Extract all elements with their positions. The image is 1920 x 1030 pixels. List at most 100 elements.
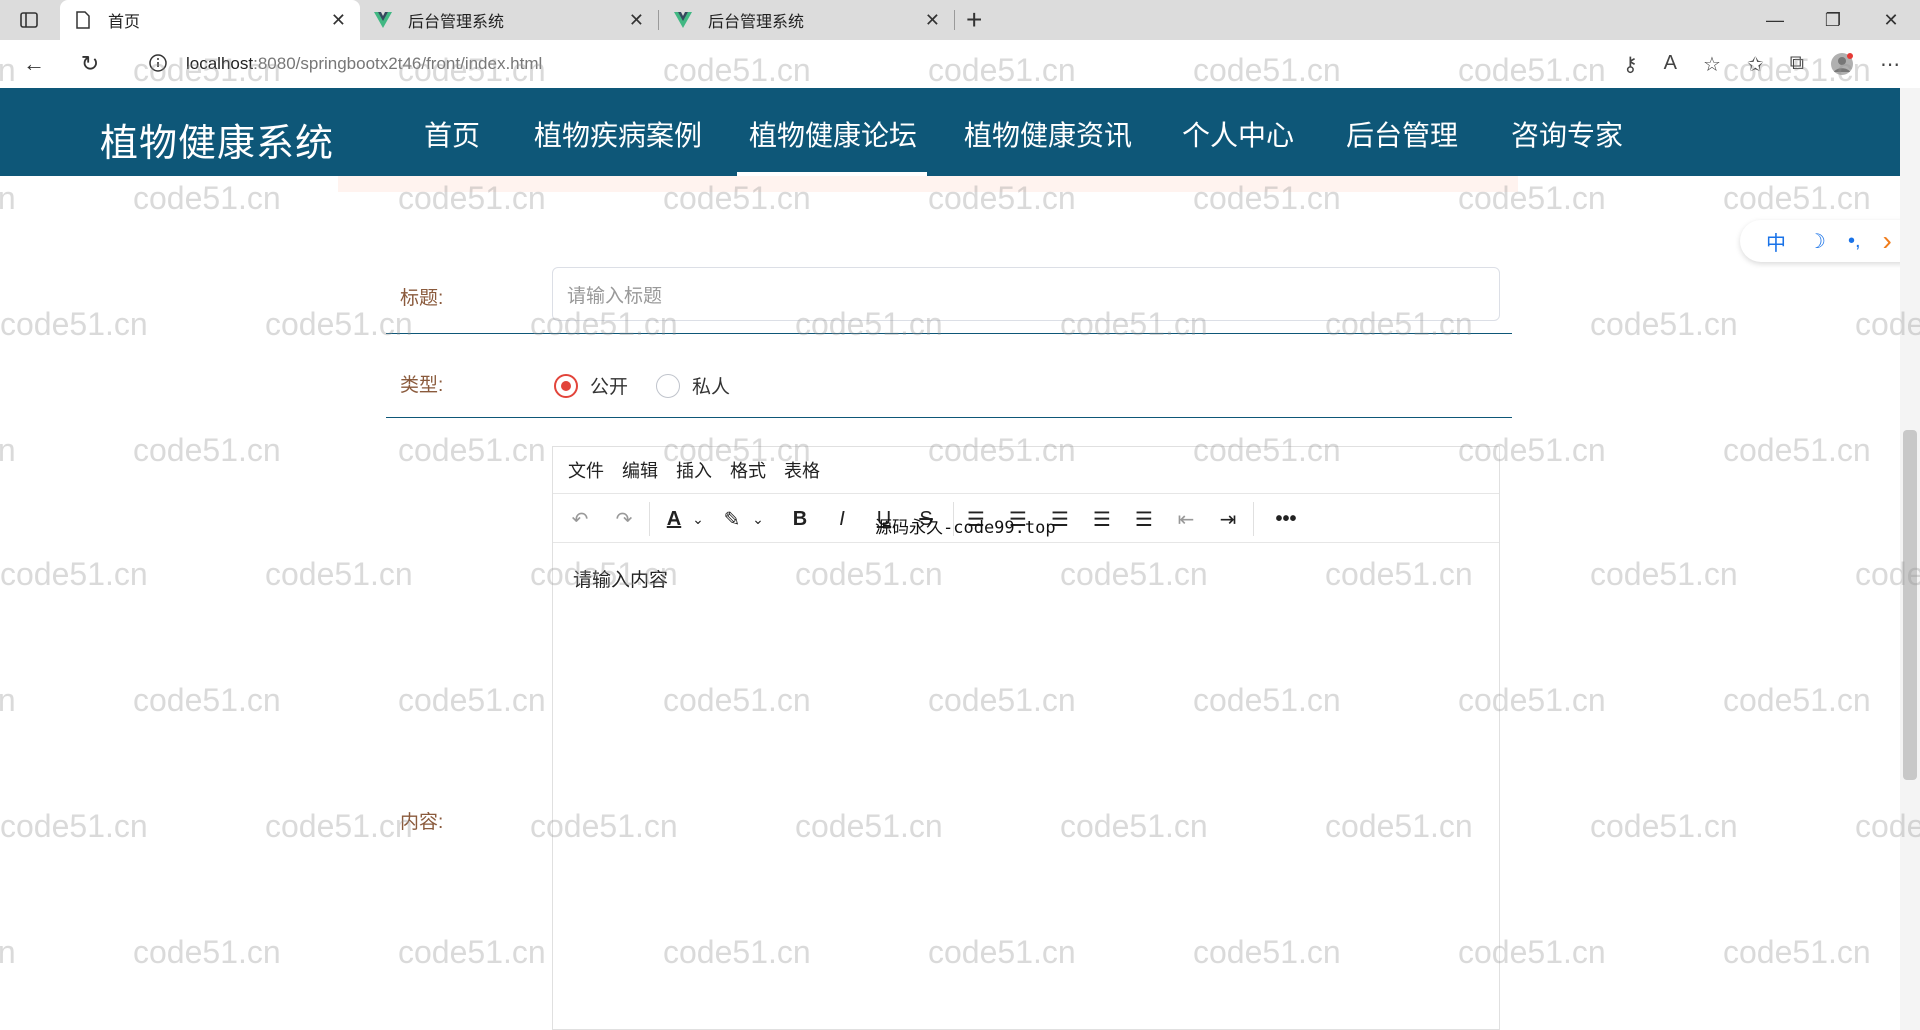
watermark-text: code51.cn (0, 556, 148, 592)
url-path: :8080/springbootx2t46/front/index.html (253, 54, 543, 73)
nav-item-home[interactable]: 首页 (424, 114, 480, 154)
nav-item-news[interactable]: 植物健康资讯 (964, 114, 1132, 154)
watermark-text: code51.cn (265, 556, 413, 592)
nav-item-personal-center[interactable]: 个人中心 (1182, 114, 1294, 154)
page-icon (74, 11, 92, 29)
radio-private[interactable]: 私人 (656, 372, 730, 399)
overlay-text: 源码永久-code99.top (875, 518, 1056, 538)
type-label: 类型: (400, 375, 444, 396)
watermark-text: code51.cn (1590, 306, 1738, 342)
watermark-text: code51.cn (0, 934, 16, 970)
scrollbar-thumb[interactable] (1903, 430, 1917, 780)
url-host: localhost (186, 54, 254, 73)
watermark-text: code51.cn (398, 432, 546, 468)
watermark-text: code51.cn (0, 808, 148, 844)
browser-tab-bar: 首页 ✕ 后台管理系统 ✕ 后台管理系统 ✕ + — ❐ ✕ (0, 0, 1920, 40)
key-icon[interactable]: ⚷ (1623, 52, 1638, 82)
indent-icon[interactable]: ⇥ (1213, 506, 1243, 532)
watermark-text: code51.cn (1590, 556, 1738, 592)
watermark-text: code51.cn (0, 432, 16, 468)
content-label: 内容: (400, 812, 444, 833)
watermark-text: code51.cn (265, 808, 413, 844)
watermark-text: code51.cn (0, 306, 148, 342)
menu-file[interactable]: 文件 (568, 457, 604, 483)
site-title: 植物健康系统 (100, 123, 335, 165)
chevron-down-icon[interactable]: ⌄ (743, 506, 773, 532)
profile-avatar[interactable] (1830, 52, 1854, 82)
tab-divider (954, 10, 955, 30)
form-divider (386, 417, 1512, 418)
more-icon[interactable]: ••• (1271, 506, 1301, 532)
radio-public[interactable]: 公开 (554, 372, 628, 399)
tab-label: 首页 (108, 14, 141, 31)
watermark-text: code51.cn (1590, 808, 1738, 844)
new-tab-button[interactable]: + (966, 4, 982, 36)
radio-label: 公开 (590, 377, 629, 398)
favorite-add-icon[interactable]: ☆ (1703, 52, 1721, 82)
watermark-text: code51.cn (133, 180, 281, 216)
address-bar[interactable]: localhost:8080/springbootx2t46/front/ind… (136, 45, 1576, 83)
outdent-icon[interactable]: ⇤ (1171, 506, 1201, 532)
menu-format[interactable]: 格式 (730, 457, 766, 483)
redo-icon[interactable]: ↷ (609, 506, 639, 532)
nav-item-forum[interactable]: 植物健康论坛 (749, 114, 917, 154)
tab-label: 后台管理系统 (708, 14, 805, 31)
watermark-text: code51.cn (1723, 934, 1871, 970)
reload-button[interactable]: ↻ (76, 50, 104, 78)
editor-menubar: 文件 编辑 插入 格式 表格 (553, 447, 1499, 493)
vue-logo-icon (374, 11, 392, 29)
chinese-input-icon[interactable]: 中 (1766, 227, 1786, 256)
title-label: 标题: (400, 288, 444, 309)
window-controls: — ❐ ✕ (1746, 0, 1920, 40)
nav-item-admin[interactable]: 后台管理 (1346, 114, 1458, 154)
tab-home[interactable]: 首页 ✕ (60, 0, 360, 40)
collections-icon[interactable]: ⧉ (1790, 52, 1804, 82)
title-input[interactable]: 请输入标题 (552, 267, 1500, 321)
close-icon[interactable]: ✕ (925, 10, 940, 31)
info-icon[interactable] (148, 53, 168, 78)
watermark-text: code51.cn (133, 934, 281, 970)
watermark-text: code51.cn (265, 306, 413, 342)
close-icon[interactable]: ✕ (331, 10, 346, 31)
more-icon[interactable]: ⋯ (1880, 52, 1900, 82)
radio-checked-icon (554, 373, 578, 398)
back-button[interactable]: ← (20, 50, 48, 78)
radio-unchecked-icon (656, 373, 680, 398)
bold-icon[interactable]: B (785, 506, 815, 532)
sidebar-toggle-icon[interactable] (18, 9, 40, 31)
minimize-icon[interactable]: — (1746, 0, 1804, 40)
browser-toolbar: ⚷ A ☆ ✩ ⧉ ⋯ (1623, 52, 1900, 82)
favorites-icon[interactable]: ✩ (1747, 52, 1764, 82)
read-aloud-icon[interactable]: A (1664, 52, 1677, 82)
nav-item-disease-cases[interactable]: 植物疾病案例 (534, 114, 702, 154)
watermark-text: code51.cn (1723, 180, 1871, 216)
align-justify-icon[interactable]: ☰ (1129, 506, 1159, 532)
tab-admin-2[interactable]: 后台管理系统 ✕ (660, 0, 954, 40)
italic-icon[interactable]: I (827, 506, 857, 532)
watermark-text: code51.cn (1723, 682, 1871, 718)
toolbar-divider (649, 502, 650, 536)
editor-content[interactable]: 请输入内容 (573, 565, 668, 592)
watermark-text: code51.cn (133, 682, 281, 718)
punctuation-icon[interactable]: •, (1848, 230, 1861, 253)
menu-edit[interactable]: 编辑 (622, 457, 658, 483)
radio-label: 私人 (692, 377, 731, 398)
watermark-text: code51.cn (398, 682, 546, 718)
watermark-text: code51.cn (398, 934, 546, 970)
undo-icon[interactable]: ↶ (565, 506, 595, 532)
nav-item-consult-expert[interactable]: 咨询专家 (1511, 114, 1623, 154)
address-bar-row: ← ↻ localhost:8080/springbootx2t46/front… (0, 40, 1920, 88)
moon-icon[interactable]: ☽ (1808, 229, 1826, 254)
chevron-right-icon[interactable]: › (1883, 225, 1892, 257)
url-text: localhost:8080/springbootx2t46/front/ind… (186, 54, 542, 74)
chevron-down-icon[interactable]: ⌄ (683, 506, 713, 532)
tab-admin-1[interactable]: 后台管理系统 ✕ (360, 0, 658, 40)
menu-table[interactable]: 表格 (784, 457, 820, 483)
close-window-icon[interactable]: ✕ (1862, 0, 1920, 40)
close-icon[interactable]: ✕ (629, 10, 644, 31)
menu-insert[interactable]: 插入 (676, 457, 712, 483)
align-right-icon[interactable]: ☰ (1087, 506, 1117, 532)
watermark-text: code51.cn (0, 682, 16, 718)
restore-icon[interactable]: ❐ (1804, 0, 1862, 40)
decorative-strip (338, 176, 1518, 192)
